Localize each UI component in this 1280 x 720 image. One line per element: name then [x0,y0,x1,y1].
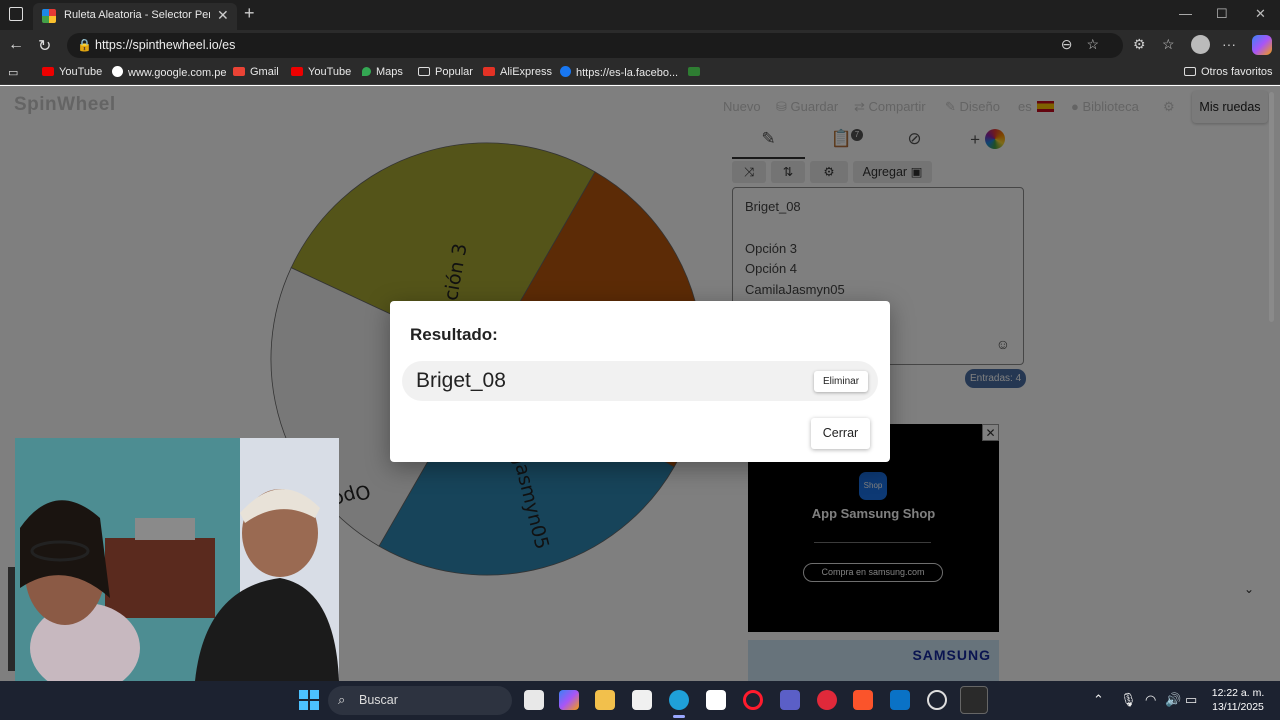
bookmark-gmail[interactable]: Gmail [233,66,279,78]
bookmark-label: Otros favoritos [1201,66,1273,78]
bookmark-label: Popular [435,66,473,78]
taskbar-search-label: Buscar [359,693,398,707]
copilot-taskbar-icon[interactable] [559,690,579,710]
google-icon [112,66,123,77]
start-icon[interactable] [299,690,319,710]
epic-games-icon[interactable] [960,686,988,714]
result-dialog: Resultado: Briget_08 Eliminar Cerrar [390,301,890,462]
copilot-icon[interactable] [1252,35,1272,55]
profile-avatar[interactable] [1191,35,1210,54]
active-app-indicator [673,715,685,718]
bookmark-label: AliExpress [500,66,552,78]
search-icon: ⌕ [338,692,346,707]
webcam-scene [15,438,339,681]
microphone-icon[interactable]: 🎙 [1120,692,1137,708]
favicon-icon [42,9,56,23]
reload-icon[interactable]: ↻ [38,36,51,56]
bookmark-youtube-2[interactable]: YouTube [291,66,351,78]
favorites-icon[interactable]: ☆ [1162,36,1175,53]
wifi-icon[interactable]: ◠ [1145,692,1156,708]
folder-icon [1184,67,1196,76]
bookmark-google[interactable]: www.google.com.pe [112,66,226,79]
windows-taskbar: ⌕ Buscar ⌃ 🎙 ◠ 🔊 ▭ 12:22 a. m. 13/11/202… [0,681,1280,720]
youtube-icon [291,67,303,76]
capcut-icon[interactable] [706,690,726,710]
winner-name: Briget_08 [416,369,506,392]
store-icon[interactable] [632,690,652,710]
battery-icon[interactable]: ▭ [1185,692,1197,708]
teams-icon[interactable] [780,690,800,710]
webcam-frame-edge [8,567,15,671]
outlook-icon[interactable] [890,690,910,710]
taskbar-search[interactable]: ⌕ Buscar [328,686,512,715]
bookmark-label: Gmail [250,66,279,78]
extensions-icon[interactable]: ⚙ [1133,36,1146,53]
close-window-icon[interactable]: ✕ [1255,6,1266,22]
bookmark-label: www.google.com.pe [128,67,227,79]
bookmark-other-favorites[interactable]: Otros favoritos [1184,66,1273,78]
brave-icon[interactable] [853,690,873,710]
close-tab-icon[interactable]: ✕ [217,7,229,24]
browser-navbar: ← ↻ 🔒 https://spinthewheel.io/es ⊖☆ ⚙ ☆ … [0,30,1280,61]
bookmark-label: https://es-la.facebo... [576,67,679,79]
facebook-icon [560,66,571,77]
clock-date: 13/11/2025 [1212,701,1264,713]
reading-list-icon[interactable]: ▭ [8,66,18,79]
gmail-icon [233,67,245,76]
dialog-title: Resultado: [410,325,498,344]
back-icon[interactable]: ← [8,36,24,54]
volume-icon[interactable]: 🔊 [1165,692,1181,708]
aliexpress-icon [483,67,495,76]
bookmark-aliexpress[interactable]: AliExpress [483,66,552,78]
bookmark-label: YouTube [308,66,352,78]
app-circle-icon[interactable] [927,690,947,710]
browser-titlebar: Ruleta Aleatoria - Selector Person ✕ + —… [0,0,1280,30]
task-view-icon[interactable] [524,690,544,710]
bookmark-maps[interactable]: Maps [362,66,403,78]
youtube-icon [42,67,54,76]
browser-tab[interactable]: Ruleta Aleatoria - Selector Person ✕ [33,3,237,30]
tab-title: Ruleta Aleatoria - Selector Person [64,9,210,21]
clock-time: 12:22 a. m. [1211,687,1265,699]
edge-icon[interactable] [669,690,689,710]
webcam-video [15,438,339,681]
address-bar[interactable]: 🔒 https://spinthewheel.io/es ⊖☆ [67,33,1123,58]
bookmark-facebook[interactable]: https://es-la.facebo... [560,66,678,79]
site-icon [688,67,700,76]
bookmarks-bar: ▭ YouTube www.google.com.pe Gmail YouTub… [0,61,1280,85]
minimize-icon[interactable]: — [1179,6,1192,21]
maximize-icon[interactable]: ☐ [1216,6,1228,22]
opera-icon[interactable] [743,690,763,710]
result-row: Briget_08 Eliminar [402,361,878,401]
bookmark-label: YouTube [59,66,103,78]
bookmark-label: Maps [376,66,403,78]
lock-icon: 🔒 [77,38,92,52]
folder-icon [418,67,430,76]
file-explorer-icon[interactable] [595,690,615,710]
taskbar-clock[interactable]: 12:22 a. m. 13/11/2025 [1206,686,1270,714]
close-button[interactable]: Cerrar [811,418,870,449]
new-tab-icon[interactable]: + [244,3,255,24]
url-text: https://spinthewheel.io/es [95,38,236,52]
app-red-icon[interactable] [817,690,837,710]
page-scrollbar[interactable] [1269,92,1274,322]
bookmark-popular[interactable]: Popular [418,66,473,78]
address-bar-icons[interactable]: ⊖☆ [1061,36,1113,53]
tray-chevron-icon[interactable]: ⌃ [1093,692,1104,708]
bookmark-youtube[interactable]: YouTube [42,66,102,78]
maps-icon [362,67,371,76]
tab-actions-icon[interactable] [9,7,23,21]
more-menu-icon[interactable]: ··· [1222,36,1236,52]
bookmark-extra[interactable] [688,66,705,78]
remove-button[interactable]: Eliminar [814,371,868,392]
